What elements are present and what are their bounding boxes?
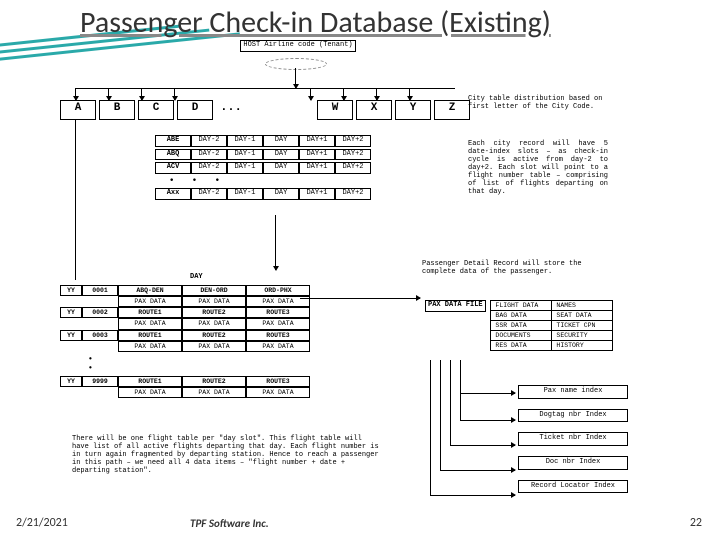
yy-cell: YY [60, 330, 82, 341]
letter-cell: B [99, 100, 135, 120]
day-cell: DAY+1 [299, 162, 335, 174]
route-cell: ROUTE3 [246, 376, 310, 387]
day-cell: DAY [263, 135, 299, 147]
pax-cell: PAX DATA [118, 341, 182, 352]
day-cell: DAY-1 [227, 135, 263, 147]
yy-cell: YY [60, 285, 82, 296]
day-cell: DAY-2 [191, 188, 227, 200]
day-cell: DAY+2 [335, 188, 371, 200]
index-box: Pax name index [518, 385, 628, 399]
pax-cell: PAX DATA [118, 296, 182, 307]
letter-cell: Y [395, 100, 431, 120]
route-cell: ROUTE1 [118, 330, 182, 341]
day-cell: DAY-2 [191, 135, 227, 147]
route-cell: ABQ-DEN [118, 285, 182, 296]
day-cell: DAY+2 [335, 149, 371, 161]
pax-cell: PAX DATA [118, 318, 182, 329]
flight-table: DAY YY 0001 ABQ-DEN DEN-ORD ORD-PHX PAX … [60, 285, 310, 398]
city-cell: ACV [155, 162, 191, 174]
route-cell: ROUTE2 [182, 376, 246, 387]
route-cell: DEN-ORD [182, 285, 246, 296]
index-box: Doc nbr Index [518, 456, 628, 470]
footer-page: 22 [690, 516, 702, 530]
annotation-passenger-detail: Passenger Detail Record will store the c… [422, 260, 612, 276]
footer-date: 2/21/2021 [16, 516, 68, 530]
day-cell: DAY [263, 188, 299, 200]
letter-cell: A [60, 100, 96, 120]
route-cell: ROUTE2 [182, 307, 246, 318]
day-cell: DAY-1 [227, 149, 263, 161]
index-box: Dogtag nbr Index [518, 409, 628, 423]
day-cell: DAY+2 [335, 162, 371, 174]
day-cell: DAY [263, 162, 299, 174]
letter-cell: C [138, 100, 174, 120]
num-cell: 0001 [82, 285, 118, 296]
pax-file-table: FLIGHT DATANAMES BAG DATASEAT DATA SSR D… [490, 300, 613, 351]
route-cell: ROUTE2 [182, 330, 246, 341]
yy-cell: YY [60, 376, 82, 387]
day-cell: DAY-1 [227, 188, 263, 200]
day-cell: DAY-1 [227, 162, 263, 174]
route-cell: ROUTE1 [118, 376, 182, 387]
index-box: Record Locator Index [518, 480, 628, 494]
day-cell: DAY [263, 149, 299, 161]
letter-cell: Z [434, 100, 470, 120]
route-cell: ROUTE3 [246, 330, 310, 341]
pax-cell: PAX DATA [246, 387, 310, 398]
pax-cell: PAX DATA [118, 387, 182, 398]
diagram-canvas: HOST Airline code (Tenant) A B C D ... W… [60, 40, 680, 500]
letter-cell: W [317, 100, 353, 120]
pax-cell: PAX DATA [246, 341, 310, 352]
page-title: Passenger Check-in Database (Existing) [80, 4, 551, 41]
day-cell: DAY-2 [191, 149, 227, 161]
pax-cell: PAX DATA [182, 296, 246, 307]
day-cell: DAY+1 [299, 188, 335, 200]
index-column: Pax name index Dogtag nbr Index Ticket n… [518, 385, 628, 503]
pax-file-label: PAX DATA FILE [425, 300, 486, 312]
route-cell: ROUTE3 [246, 307, 310, 318]
num-cell: 0002 [82, 307, 118, 318]
day-cell: DAY+2 [335, 135, 371, 147]
host-ellipse [265, 58, 327, 70]
route-cell: ORD-PHX [246, 285, 310, 296]
ellipsis-vertical: •• [88, 355, 310, 373]
day-cell: DAY+1 [299, 135, 335, 147]
pax-cell: PAX DATA [182, 387, 246, 398]
footer-company: TPF Software Inc. [190, 517, 269, 530]
city-day-grid: ABE DAY-2 DAY-1 DAY DAY+1 DAY+2 ABQ DAY-… [155, 135, 371, 202]
city-cell: Axx [155, 188, 191, 200]
day-cell: DAY+1 [299, 149, 335, 161]
num-cell: 0003 [82, 330, 118, 341]
pax-cell: PAX DATA [182, 341, 246, 352]
letter-row: A B C D ... W X Y Z [60, 100, 473, 120]
yy-cell: YY [60, 307, 82, 318]
city-cell: ABE [155, 135, 191, 147]
index-box: Ticket nbr Index [518, 432, 628, 446]
letter-cell: X [356, 100, 392, 120]
city-cell: ABQ [155, 149, 191, 161]
annotation-city-record: Each city record will have 5 date-index … [468, 140, 608, 196]
host-box: HOST Airline code (Tenant) [240, 40, 356, 52]
day-header: DAY [190, 273, 203, 281]
pax-data-file: PAX DATA FILE FLIGHT DATANAMES BAG DATAS… [425, 300, 613, 351]
letter-cell: D [177, 100, 213, 120]
annotation-flight-table: There will be one flight table per "day … [72, 435, 382, 475]
day-cell: DAY-2 [191, 162, 227, 174]
num-cell: 9999 [82, 376, 118, 387]
pax-cell: PAX DATA [246, 318, 310, 329]
pax-cell: PAX DATA [182, 318, 246, 329]
ellipsis: ... [216, 100, 246, 120]
annotation-city-distribution: City table distribution based on first l… [468, 95, 603, 111]
route-cell: ROUTE1 [118, 307, 182, 318]
ellipsis-vertical: • • • [169, 176, 371, 186]
